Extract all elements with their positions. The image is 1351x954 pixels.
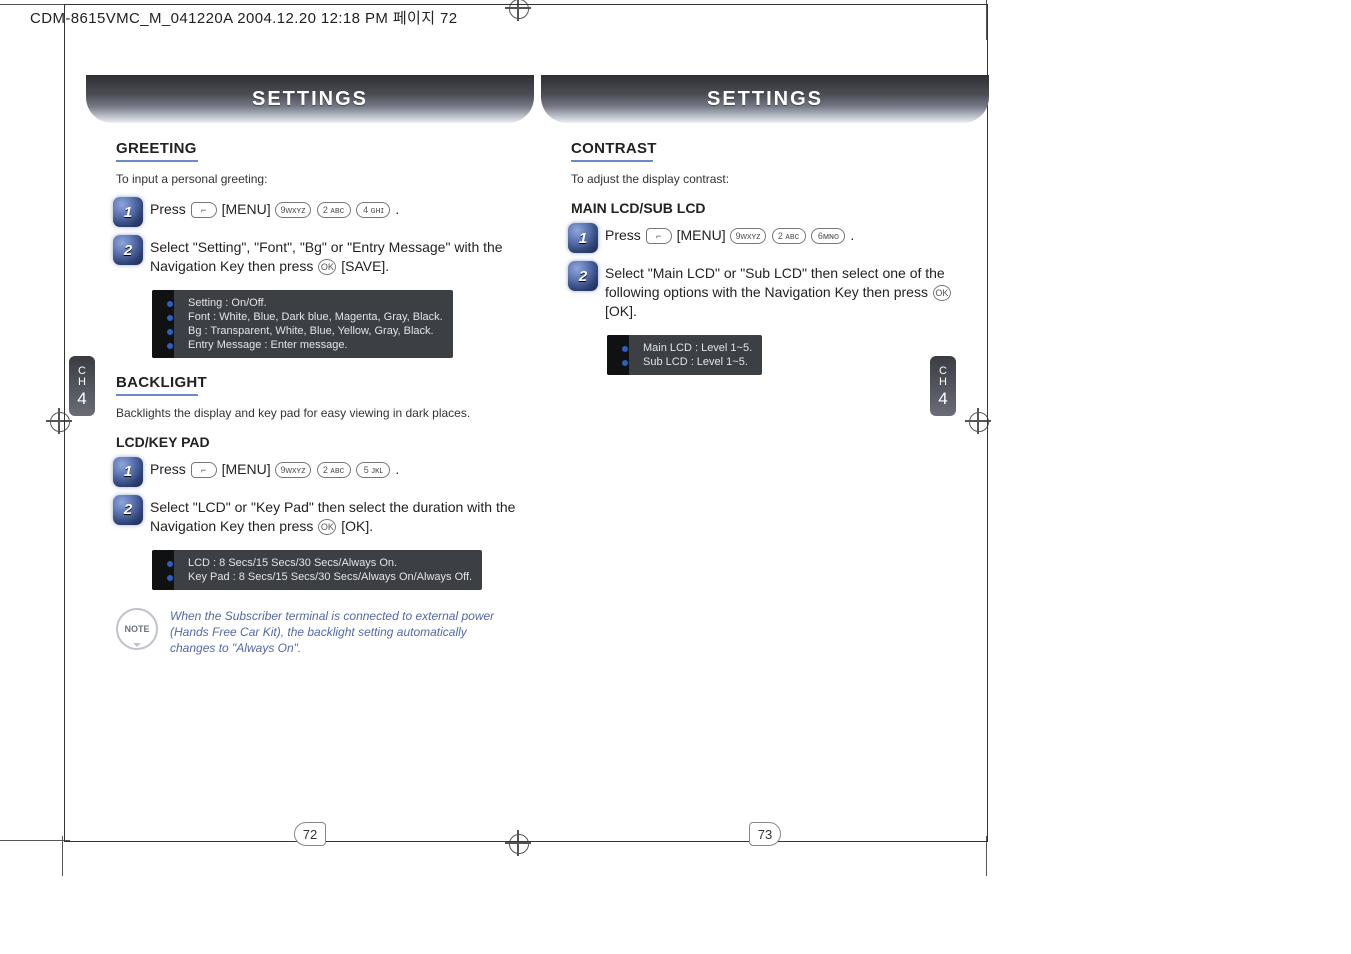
keypad-key-icon: 2 ᴀʙᴄ [317,462,351,478]
page-content: GREETING To input a personal greeting: 1… [116,132,522,656]
info-item: Entry Message : Enter message. [184,338,443,352]
info-item: Sub LCD : Level 1~5. [639,355,752,369]
chapter-number: 4 [77,390,86,407]
step-body: Press ⌐ [MENU] 9ᴡxʏz 2 ᴀʙᴄ 5 ᴊᴋʟ . [150,460,399,479]
page-banner: SETTINGS [541,75,989,123]
step-number-icon: 2 [571,264,595,288]
step-number-icon: 1 [116,460,140,484]
page-content: CONTRAST To adjust the display contrast:… [571,132,977,391]
step-body: Press ⌐ [MENU] 9ᴡxʏz 2 ᴀʙᴄ 4 ɢʜɪ . [150,200,399,219]
trim-mark [986,836,987,876]
step-2: 2 Select "Setting", "Font", "Bg" or "Ent… [116,238,522,276]
chapter-label: CH [78,366,86,388]
page-number: 73 [749,822,781,846]
keypad-key-icon: 9ᴡxʏz [730,228,765,244]
info-item: LCD : 8 Secs/15 Secs/30 Secs/Always On. [184,556,472,570]
info-item: Setting : On/Off. [184,296,443,310]
page-number: 72 [294,822,326,846]
step-2: 2 Select "LCD" or "Key Pad" then select … [116,498,522,536]
section-intro: To input a personal greeting: [116,172,522,186]
step-number-icon: 2 [116,238,140,262]
softkey-icon: ⌐ [191,202,217,218]
section-intro: Backlights the display and key pad for e… [116,406,522,420]
step-1: 1 Press ⌐ [MENU] 9ᴡxʏz 2 ᴀʙᴄ 5 ᴊᴋʟ . [116,460,522,484]
keypad-key-icon: 9ᴡxʏz [275,202,310,218]
step-body: Select "Setting", "Font", "Bg" or "Entry… [150,238,522,276]
section-subhead: MAIN LCD/SUB LCD [571,200,977,216]
step-body: Press ⌐ [MENU] 9ᴡxʏz 2 ᴀʙᴄ 6ᴍɴᴏ . [605,226,854,245]
step-number-icon: 1 [116,200,140,224]
section-intro: To adjust the display contrast: [571,172,977,186]
step-1: 1 Press ⌐ [MENU] 9ᴡxʏz 2 ᴀʙᴄ 6ᴍɴᴏ . [571,226,977,250]
ok-key-icon: OK [933,285,951,301]
info-box: Main LCD : Level 1~5. Sub LCD : Level 1~… [607,335,762,375]
trim-mark [62,836,63,876]
page-banner: SETTINGS [86,75,534,123]
page-right: SETTINGS CONTRAST To adjust the display … [545,20,985,840]
info-box: LCD : 8 Secs/15 Secs/30 Secs/Always On. … [152,550,482,590]
info-item: Bg : Transparent, White, Blue, Yellow, G… [184,324,443,338]
banner-title: SETTINGS [252,88,368,111]
note-text: When the Subscriber terminal is connecte… [170,608,500,657]
keypad-key-icon: 6ᴍɴᴏ [811,228,845,244]
step-body: Select "LCD" or "Key Pad" then select th… [150,498,522,536]
section-title-text: BACKLIGHT [116,374,207,391]
trim-mark [0,4,70,5]
section-title-contrast: CONTRAST [571,140,977,162]
step-1: 1 Press ⌐ [MENU] 9ᴡxʏz 2 ᴀʙᴄ 4 ɢʜɪ . [116,200,522,224]
info-item: Font : White, Blue, Dark blue, Magenta, … [184,310,443,324]
section-title-text: GREETING [116,140,197,157]
step-body: Select "Main LCD" or "Sub LCD" then sele… [605,264,977,321]
section-title-text: CONTRAST [571,140,657,157]
keypad-key-icon: 2 ᴀʙᴄ [317,202,351,218]
keypad-key-icon: 9ᴡxʏz [275,462,310,478]
section-title-backlight: BACKLIGHT [116,374,522,396]
ok-key-icon: OK [318,519,336,535]
banner-title: SETTINGS [707,88,823,111]
section-subhead: LCD/KEY PAD [116,434,522,450]
section-title-greeting: GREETING [116,140,522,162]
keypad-key-icon: 2 ᴀʙᴄ [772,228,806,244]
keypad-key-icon: 4 ɢʜɪ [356,202,390,218]
note-badge-icon: NOTE [116,608,158,650]
keypad-key-icon: 5 ᴊᴋʟ [356,462,390,478]
trim-mark [0,840,70,841]
info-item: Main LCD : Level 1~5. [639,341,752,355]
info-item: Key Pad : 8 Secs/15 Secs/30 Secs/Always … [184,570,472,584]
softkey-icon: ⌐ [646,228,672,244]
info-box: Setting : On/Off. Font : White, Blue, Da… [152,290,453,358]
step-number-icon: 2 [116,498,140,522]
note-callout: NOTE When the Subscriber terminal is con… [116,608,522,657]
ok-key-icon: OK [318,259,336,275]
step-2: 2 Select "Main LCD" or "Sub LCD" then se… [571,264,977,321]
page-left: SETTINGS GREETING To input a personal gr… [90,20,530,840]
step-number-icon: 1 [571,226,595,250]
softkey-icon: ⌐ [191,462,217,478]
